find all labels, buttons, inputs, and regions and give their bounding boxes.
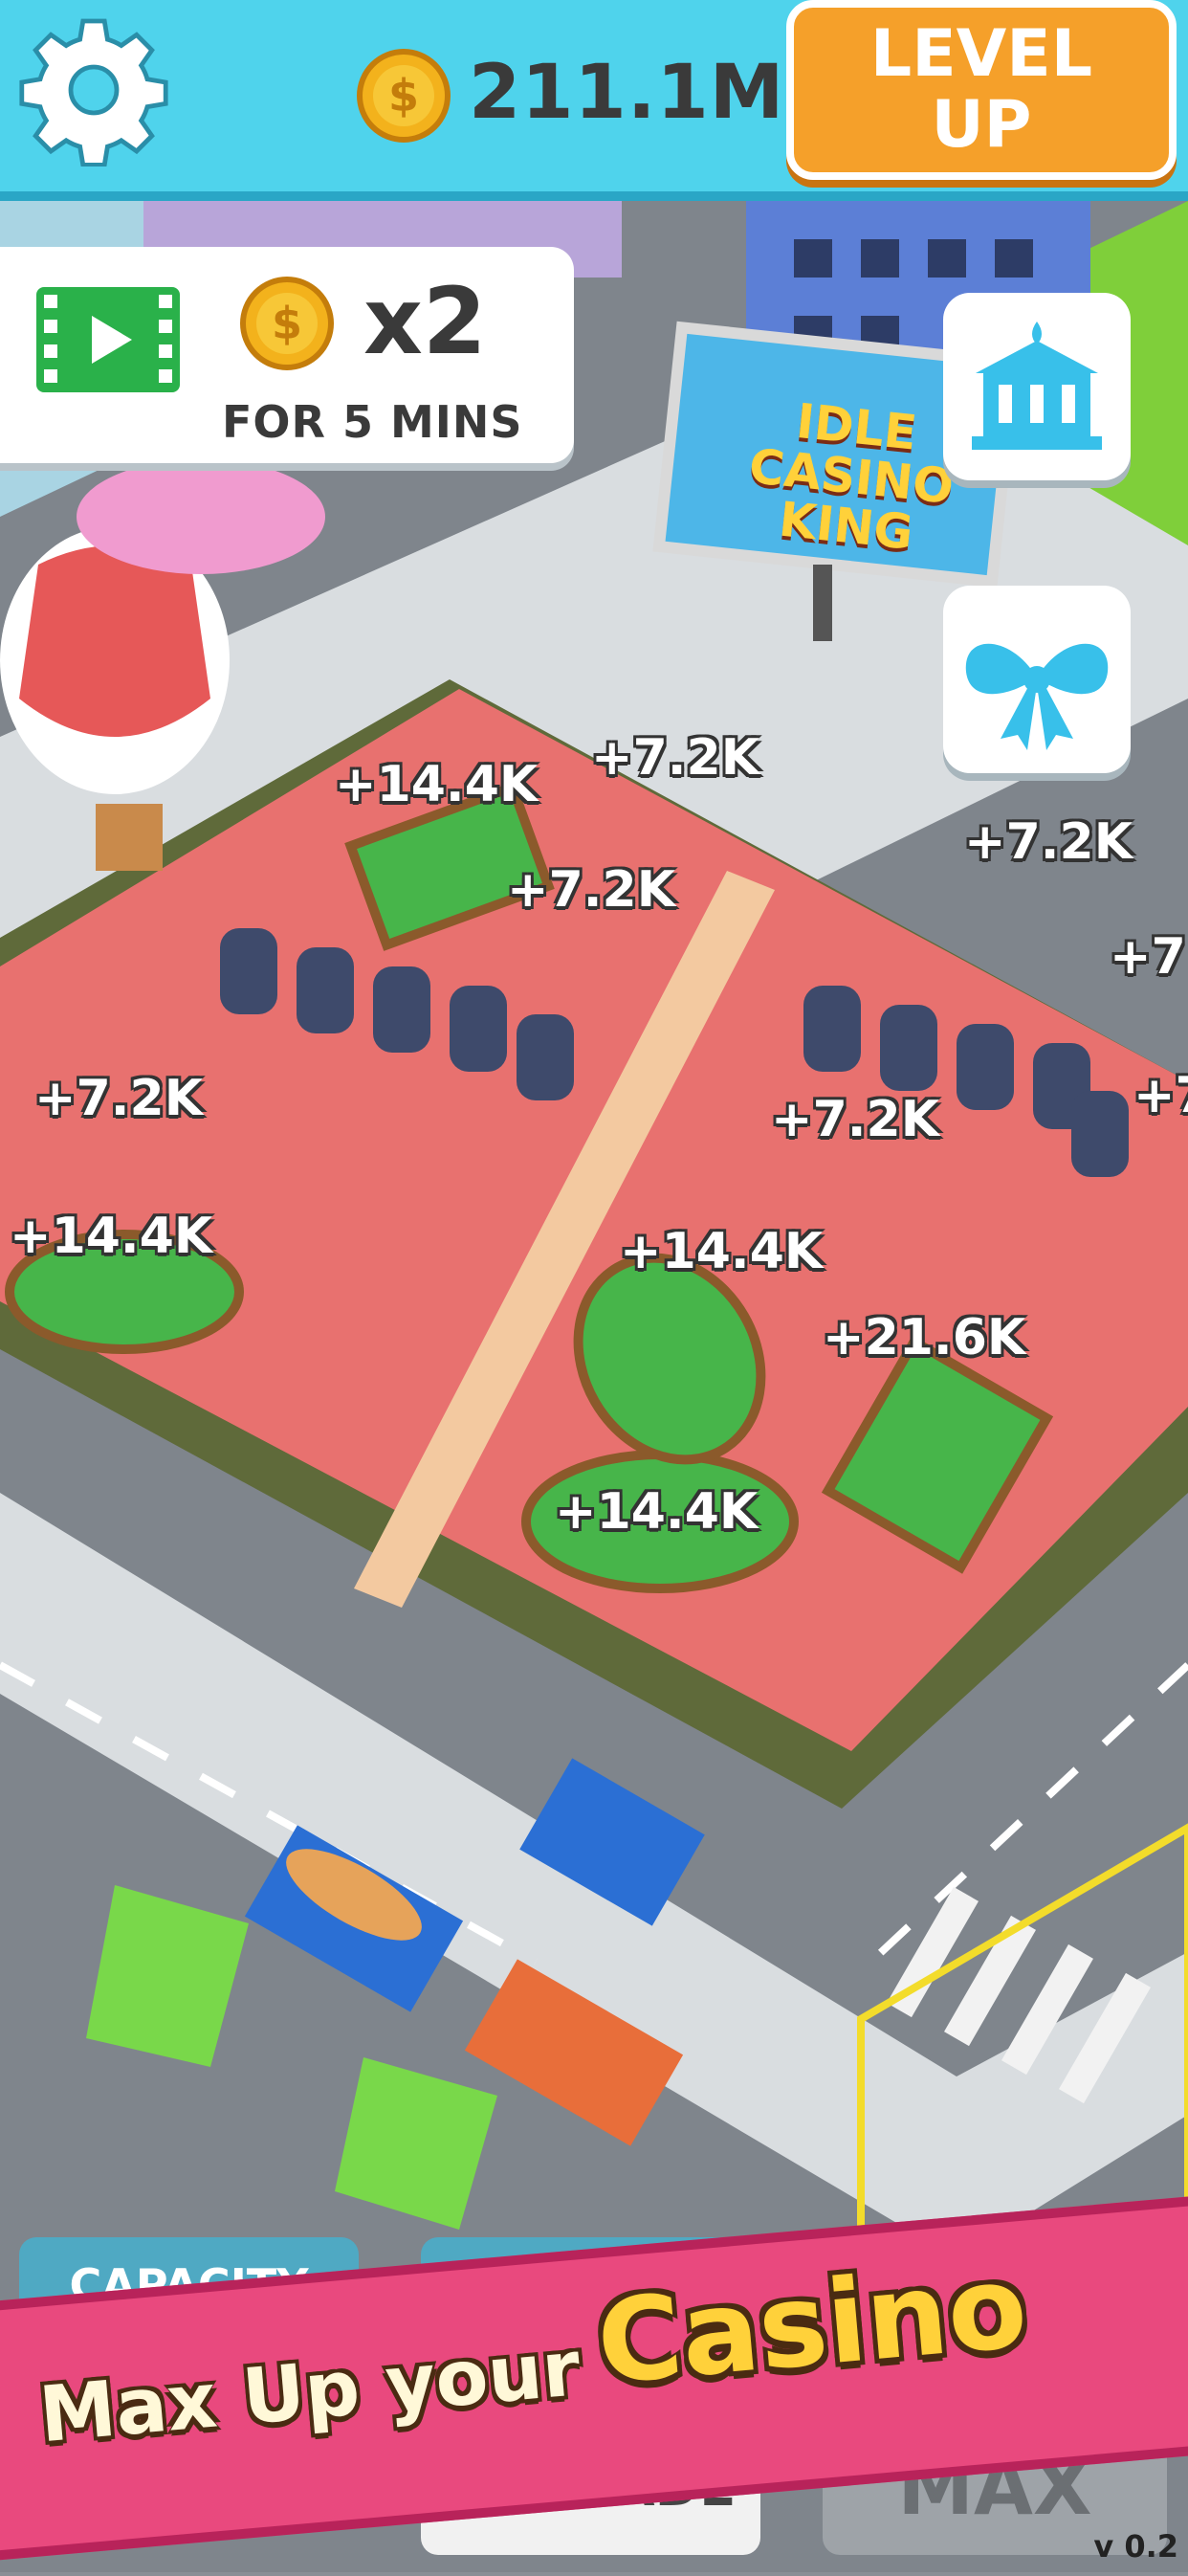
earning-label: +7.2K: [34, 1070, 203, 1127]
settings-button[interactable]: [17, 13, 170, 167]
earning-label: +7: [1133, 1067, 1188, 1124]
earning-label: +7.2: [1110, 928, 1188, 986]
gear-icon: [19, 18, 168, 167]
bow-icon: [965, 643, 1109, 750]
building-button[interactable]: [943, 293, 1131, 480]
svg-text:$: $: [272, 298, 302, 349]
earning-label: +14.4K: [555, 1483, 759, 1541]
earning-label: +7.2K: [964, 813, 1133, 871]
earning-label: +14.4K: [620, 1223, 824, 1280]
gift-button[interactable]: [943, 586, 1131, 773]
earning-label: +21.6K: [823, 1309, 1026, 1366]
coin-icon: $: [239, 276, 335, 371]
level-up-label-line2: UP: [931, 87, 1032, 163]
video-icon: [36, 287, 180, 392]
coin-balance: 211.1M: [469, 50, 785, 136]
earning-label: +7.2K: [507, 861, 675, 919]
earning-label: +14.4K: [10, 1208, 213, 1265]
svg-text:$: $: [388, 70, 419, 122]
level-up-label-line1: LEVEL: [869, 16, 1093, 92]
coin-icon: $: [356, 48, 451, 144]
earning-label: +7.2K: [771, 1091, 939, 1148]
boost-multiplier: x2: [363, 268, 487, 375]
version-label: v 0.2: [1093, 2528, 1178, 2565]
promo-text-part1: Max Up your: [35, 2323, 584, 2460]
earning-label: +14.4K: [335, 756, 539, 813]
earning-label: +7.2K: [591, 729, 759, 787]
level-up-button[interactable]: LEVEL UP: [786, 0, 1177, 180]
boost-duration: FOR 5 MINS: [222, 396, 523, 448]
ad-boost-panel[interactable]: $ x2 FOR 5 MINS: [0, 247, 574, 463]
top-bar: $ 211.1M LEVEL UP: [0, 0, 1188, 201]
building-icon: [972, 322, 1102, 450]
